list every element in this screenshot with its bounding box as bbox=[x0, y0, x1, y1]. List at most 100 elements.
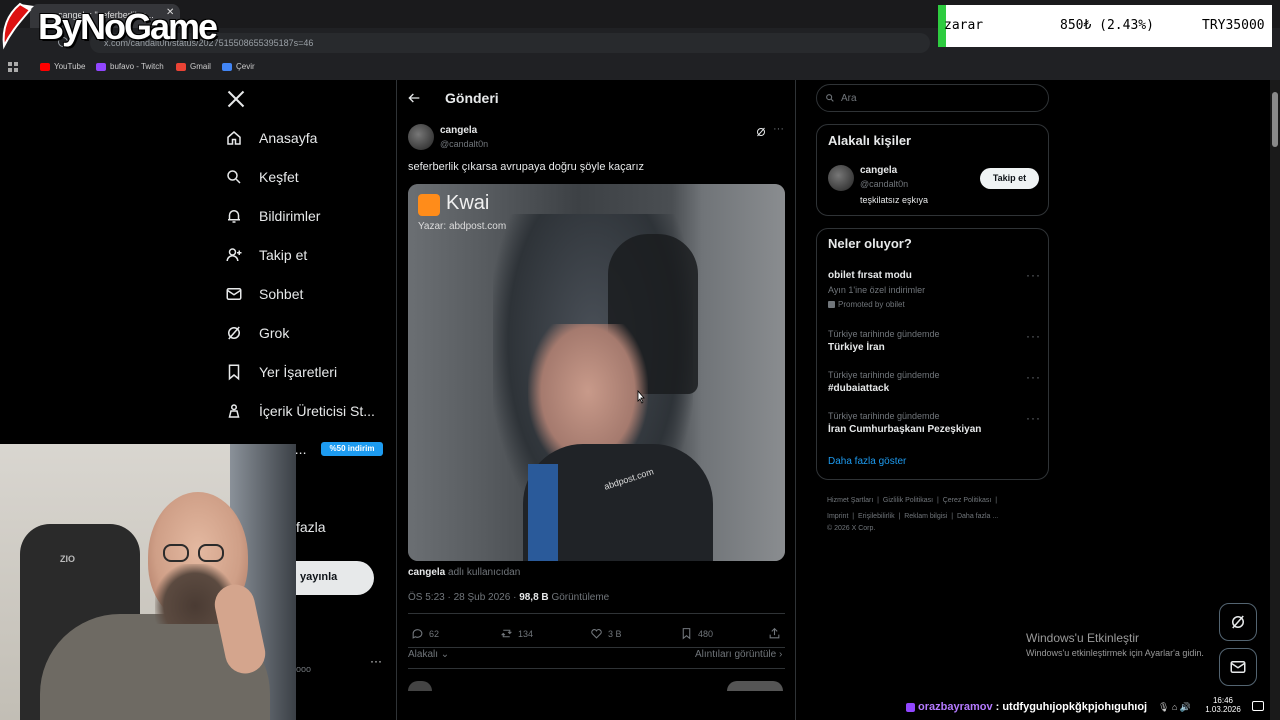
bookmark-button[interactable]: 480 bbox=[680, 627, 713, 640]
video-author: Yazar: abdpost.com bbox=[418, 221, 507, 232]
nav-grok[interactable]: Grok bbox=[225, 324, 289, 342]
bookmark-translate[interactable]: Çevir bbox=[222, 62, 255, 71]
reply-button[interactable]: 62 bbox=[411, 627, 439, 640]
bookmark-icon bbox=[228, 364, 240, 381]
footer-link[interactable]: Çerez Politikası bbox=[943, 497, 992, 504]
post-more-icon[interactable]: ··· bbox=[773, 123, 784, 135]
footer-link[interactable]: Reklam bilgisi bbox=[904, 513, 947, 520]
trend-name[interactable]: #dubaiattack bbox=[828, 383, 889, 394]
follow-button[interactable]: Takip et bbox=[980, 168, 1039, 189]
trend-category: Türkiye tarihinde gündemde bbox=[828, 329, 940, 339]
nav-follow[interactable]: Takip et bbox=[225, 246, 307, 264]
footer-link[interactable]: Gizlilik Politikası bbox=[883, 497, 933, 504]
x-logo-icon[interactable] bbox=[226, 89, 246, 109]
repost-icon bbox=[501, 629, 512, 638]
trend-name[interactable]: İran Cumhurbaşkanı Pezeşkiyan bbox=[828, 424, 981, 435]
activation-subtitle: Windows'u etkinleştirmek için Ayarlar'a … bbox=[1026, 648, 1204, 658]
nav-grok-label: Grok bbox=[259, 325, 290, 341]
ticker-total: TRY35000 bbox=[1202, 18, 1265, 33]
bookmark-gmail[interactable]: Gmail bbox=[176, 62, 211, 71]
youtube-icon bbox=[40, 62, 50, 71]
heart-icon bbox=[591, 629, 602, 639]
author-handle[interactable]: @candalt0n bbox=[440, 139, 488, 149]
footer-link[interactable]: Hizmet Şartları bbox=[827, 497, 873, 504]
author-avatar[interactable] bbox=[408, 124, 434, 150]
promo-label: Promoted by obilet bbox=[828, 300, 905, 309]
messages-float-button[interactable] bbox=[1219, 648, 1257, 686]
trends-box bbox=[816, 228, 1049, 480]
search-icon bbox=[227, 170, 241, 184]
scrollbar-thumb[interactable] bbox=[1272, 92, 1278, 147]
stream-ticker: zarar 850₺ (2.43%) TRY35000 bbox=[938, 5, 1272, 47]
nav-notifications[interactable]: Bildirimler bbox=[225, 207, 320, 225]
apps-icon[interactable] bbox=[8, 62, 18, 72]
trend-category: Türkiye tarihinde gündemde bbox=[828, 370, 940, 380]
logo-mark-icon bbox=[2, 2, 34, 50]
trend-more-icon[interactable]: ··· bbox=[1026, 268, 1041, 282]
view-quotes-link[interactable]: Alıntıları görüntüle › bbox=[695, 649, 782, 660]
nav-bookmarks[interactable]: Yer İşaretleri bbox=[225, 363, 337, 381]
tray-icons[interactable]: 🎙 ⌂ 🔊 bbox=[1158, 702, 1191, 713]
trend-more-icon[interactable]: ··· bbox=[1026, 329, 1041, 343]
bookmark-icon bbox=[682, 628, 691, 640]
nav-home[interactable]: Anasayfa bbox=[225, 129, 317, 147]
clock[interactable]: 16:46 1.03.2026 bbox=[1205, 696, 1241, 714]
bookmarks-bar: YouTube bufavo - Twitch Gmail Çevir bbox=[0, 58, 940, 78]
post-views: 98,8 B bbox=[519, 592, 549, 603]
nav-chat[interactable]: Sohbet bbox=[225, 285, 303, 303]
nav-more-label[interactable]: fazla bbox=[296, 519, 326, 535]
footer-link[interactable]: Erişilebilirlik bbox=[858, 513, 895, 520]
share-icon[interactable] bbox=[768, 627, 781, 645]
bookmark-youtube[interactable]: YouTube bbox=[40, 62, 85, 71]
twitch-icon bbox=[906, 702, 915, 712]
nav-creator-studio[interactable]: İçerik Üreticisi St... bbox=[225, 402, 375, 420]
page-scrollbar[interactable] bbox=[1270, 80, 1280, 720]
repost-button[interactable]: 134 bbox=[500, 627, 533, 640]
reply-avatar[interactable] bbox=[408, 681, 432, 691]
nav-notifications-label: Bildirimler bbox=[259, 208, 321, 224]
home-icon bbox=[227, 131, 241, 145]
nav-home-label: Anasayfa bbox=[259, 130, 318, 146]
trend-more-icon[interactable]: ··· bbox=[1026, 370, 1041, 384]
nav-explore-label: Keşfet bbox=[259, 169, 299, 185]
grok-float-button[interactable] bbox=[1219, 603, 1257, 641]
person-bio: teşkilatsız eşkıya bbox=[860, 195, 929, 205]
chat-username: orazbayramov bbox=[918, 701, 993, 713]
notification-icon[interactable] bbox=[1252, 701, 1264, 711]
bookmark-label: Çevir bbox=[236, 62, 255, 71]
bookmark-twitch[interactable]: bufavo - Twitch bbox=[96, 62, 164, 71]
nav-explore[interactable]: Keşfet bbox=[225, 168, 299, 186]
account-more-icon[interactable]: ··· bbox=[370, 654, 382, 668]
grok-icon bbox=[228, 326, 240, 340]
like-button[interactable]: 3 B bbox=[590, 627, 622, 640]
mail-icon bbox=[226, 288, 242, 300]
post-time[interactable]: ÖS 5:23 · 28 Şub 2026 · bbox=[408, 592, 519, 603]
back-arrow-icon[interactable] bbox=[406, 90, 422, 106]
show-more-link[interactable]: Daha fazla göster bbox=[828, 456, 906, 467]
premium-badge: %50 indirim bbox=[321, 442, 383, 456]
person-avatar[interactable] bbox=[828, 165, 854, 191]
bynogame-logo: ByNoGame bbox=[0, 2, 240, 50]
attribution-user[interactable]: cangela bbox=[408, 567, 445, 578]
trend-name[interactable]: Türkiye İran bbox=[828, 342, 885, 353]
footer-link[interactable]: Daha fazla ... bbox=[957, 513, 998, 520]
bookmark-count: 480 bbox=[698, 628, 714, 639]
relevant-dropdown[interactable]: Alakalı ⌄ bbox=[408, 649, 449, 660]
cursor-icon bbox=[636, 389, 646, 404]
post-views-label: Görüntüleme bbox=[551, 592, 610, 603]
twitch-icon bbox=[96, 62, 106, 71]
ticker-change: 850₺ (2.43%) bbox=[1060, 18, 1154, 33]
reply-count: 62 bbox=[429, 628, 440, 639]
divider bbox=[408, 647, 785, 648]
ticker-label: zarar bbox=[944, 18, 984, 33]
search-field[interactable]: Ara bbox=[816, 84, 1049, 112]
footer-link[interactable]: Imprint bbox=[827, 513, 848, 520]
grok-icon[interactable] bbox=[755, 125, 767, 137]
author-name[interactable]: cangela bbox=[440, 125, 477, 136]
trend-more-icon[interactable]: ··· bbox=[1026, 411, 1041, 425]
trend-name[interactable]: obilet fırsat modu bbox=[828, 270, 912, 281]
person-name[interactable]: cangela bbox=[860, 165, 897, 176]
post-video[interactable]: Kwai Yazar: abdpost.com abdpost.com bbox=[408, 184, 785, 561]
reply-follow-button[interactable] bbox=[727, 681, 783, 691]
person-handle[interactable]: @candalt0n bbox=[860, 179, 908, 189]
